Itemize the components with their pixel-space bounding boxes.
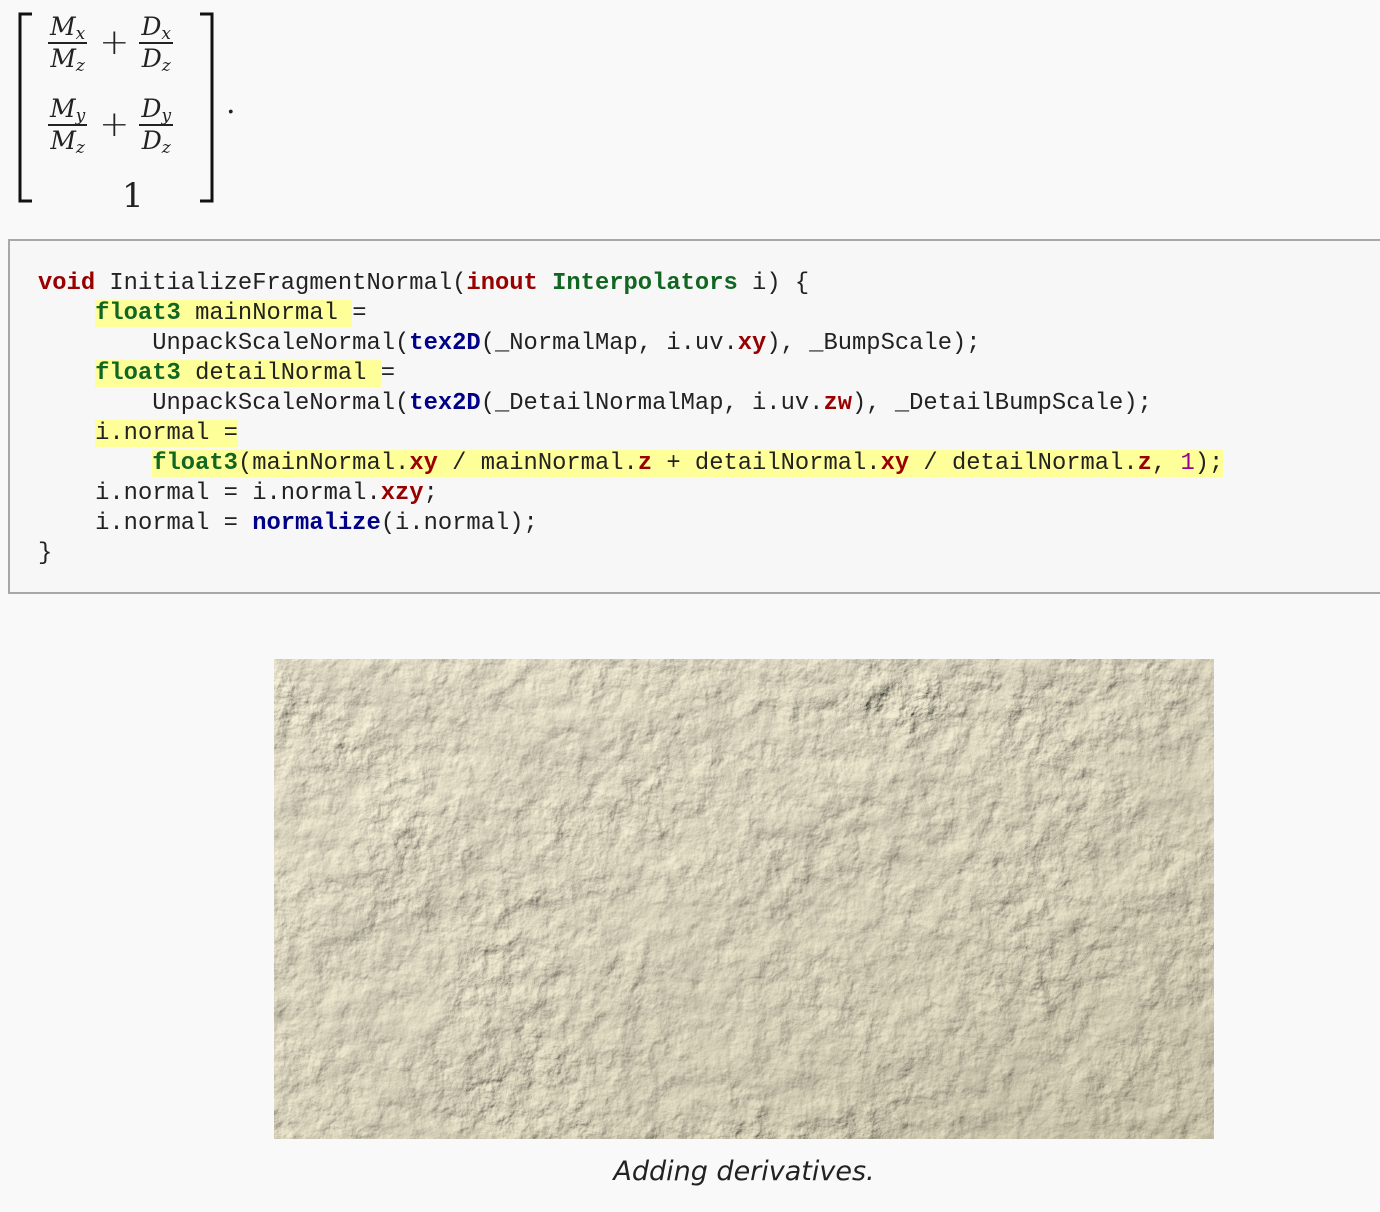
fraction-dy-dz: Dy Dz xyxy=(139,94,174,158)
code-token: tex2D xyxy=(409,330,481,357)
code-token: zw xyxy=(823,390,852,417)
code-block: void InitializeFragmentNormal(inout Inte… xyxy=(8,239,1380,594)
code-token: + detailNormal. xyxy=(652,450,881,477)
math-period: . xyxy=(226,86,236,121)
code-line: float3 mainNormal = xyxy=(38,299,1380,329)
code-token: (_NormalMap, i.uv. xyxy=(480,330,738,357)
matrix-row-2: My Mz + Dy Dz xyxy=(46,94,175,158)
code-token: UnpackScaleNormal( xyxy=(38,390,410,417)
code-token: detailNormal xyxy=(180,360,381,387)
plus-sign: + xyxy=(99,104,130,145)
code-token: = xyxy=(380,360,396,387)
code-token: xy xyxy=(409,450,438,477)
code-token: normalize xyxy=(252,510,381,537)
code-token: z xyxy=(1137,450,1152,477)
code-token: ; xyxy=(423,480,438,507)
code-token: void xyxy=(38,270,96,297)
code-line: float3(mainNormal.xy / mainNormal.z + de… xyxy=(38,449,1380,479)
code-token: xzy xyxy=(380,480,424,507)
code-token: z xyxy=(637,450,653,477)
code-token: ); xyxy=(1194,450,1224,477)
code-line: i.normal = xyxy=(38,419,1380,449)
code-token: = xyxy=(352,300,367,327)
code-token: (mainNormal. xyxy=(237,450,410,477)
code-token: UnpackScaleNormal( xyxy=(38,330,410,357)
code-token: Interpolators xyxy=(552,270,738,297)
code-token: / detailNormal. xyxy=(909,450,1138,477)
code-token: } xyxy=(38,540,53,567)
math-matrix: Mx Mz + Dx Dz My Mz + Dy Dz 1 xyxy=(18,10,218,216)
fraction-mx-mz: Mx Mz xyxy=(48,12,88,76)
plus-sign: + xyxy=(99,22,130,63)
code-line: UnpackScaleNormal(tex2D(_DetailNormalMap… xyxy=(38,389,1380,419)
code-token: InitializeFragmentNormal( xyxy=(95,270,467,297)
code-token: 1 xyxy=(1180,450,1195,477)
code-token: xy xyxy=(880,450,910,477)
matrix-row-1: Mx Mz + Dx Dz xyxy=(46,12,175,76)
figure-image xyxy=(274,659,1214,1139)
code-token: i.normal = xyxy=(38,510,253,537)
fraction-my-mz: My Mz xyxy=(48,94,88,158)
code-line: i.normal = i.normal.xzy; xyxy=(38,479,1380,509)
code-token: (_DetailNormalMap, i.uv. xyxy=(480,390,824,417)
code-token: float3 xyxy=(95,360,181,387)
code-line: float3 detailNormal = xyxy=(38,359,1380,389)
code-line: i.normal = normalize(i.normal); xyxy=(38,509,1380,539)
code-token: float3 xyxy=(152,450,238,477)
code-token: xy xyxy=(737,330,767,357)
code-token: float3 xyxy=(95,300,181,327)
code-token: inout xyxy=(466,270,538,297)
code-token: i.normal = xyxy=(95,420,238,447)
code-token: i.normal = i.normal. xyxy=(38,480,381,507)
matrix-row-3: 1 xyxy=(122,176,144,216)
code-token: ), _BumpScale); xyxy=(766,330,981,357)
code-token: ), _DetailBumpScale); xyxy=(852,390,1152,417)
fraction-dx-dz: Dx Dz xyxy=(139,12,174,76)
code-line: void InitializeFragmentNormal(inout Inte… xyxy=(38,269,1380,299)
rock-surface-illustration xyxy=(274,659,1214,1139)
code-line: } xyxy=(38,539,1380,569)
code-token: i) { xyxy=(737,270,810,297)
code-token: mainNormal xyxy=(180,300,353,327)
figure-caption: Adding derivatives. xyxy=(613,1156,875,1187)
code-token: tex2D xyxy=(409,390,481,417)
code-token: , xyxy=(1151,450,1181,477)
code-token: (i.normal); xyxy=(380,510,538,537)
code-token: / mainNormal. xyxy=(437,450,638,477)
code-line: UnpackScaleNormal(tex2D(_NormalMap, i.uv… xyxy=(38,329,1380,359)
